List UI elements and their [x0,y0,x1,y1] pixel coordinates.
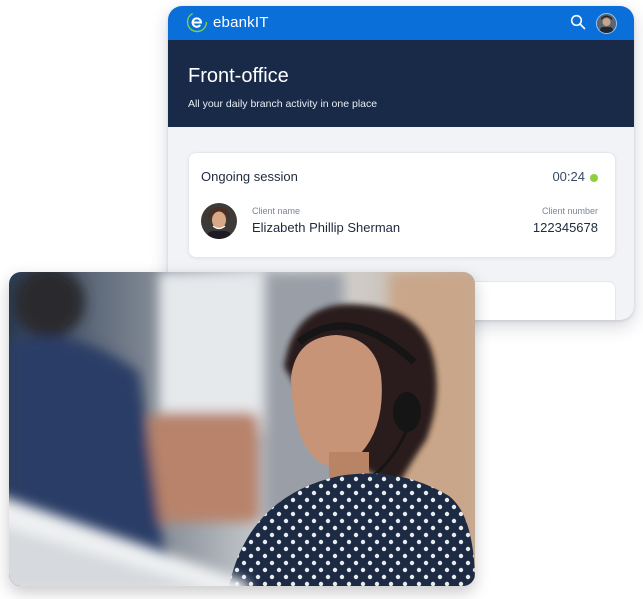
page-title: Front-office [188,65,289,87]
brand-logo[interactable]: ebankIT [186,11,269,33]
ebankit-logo-icon [186,11,208,33]
client-name-label: Client name [252,206,301,216]
call-center-agent-photo [9,272,475,586]
client-avatar [201,203,237,239]
status-indicator [590,174,598,182]
client-number-label: Client number [541,206,598,216]
brand-name: ebankIT [213,13,269,31]
user-avatar[interactable] [596,13,617,34]
page-subtitle: All your daily branch activity in one pl… [188,98,378,110]
client-name: Elizabeth Phillip Sherman [252,220,401,235]
search-icon[interactable] [570,14,586,30]
page-header: Front-office All your daily branch activ… [168,40,634,127]
top-bar: ebankIT [168,6,634,40]
session-timer: 00:24 [552,169,585,184]
client-number: 122345678 [532,220,598,235]
ongoing-session-card[interactable]: Ongoing session 00:24 Client name Elizab… [188,152,616,258]
session-title: Ongoing session [201,169,298,184]
